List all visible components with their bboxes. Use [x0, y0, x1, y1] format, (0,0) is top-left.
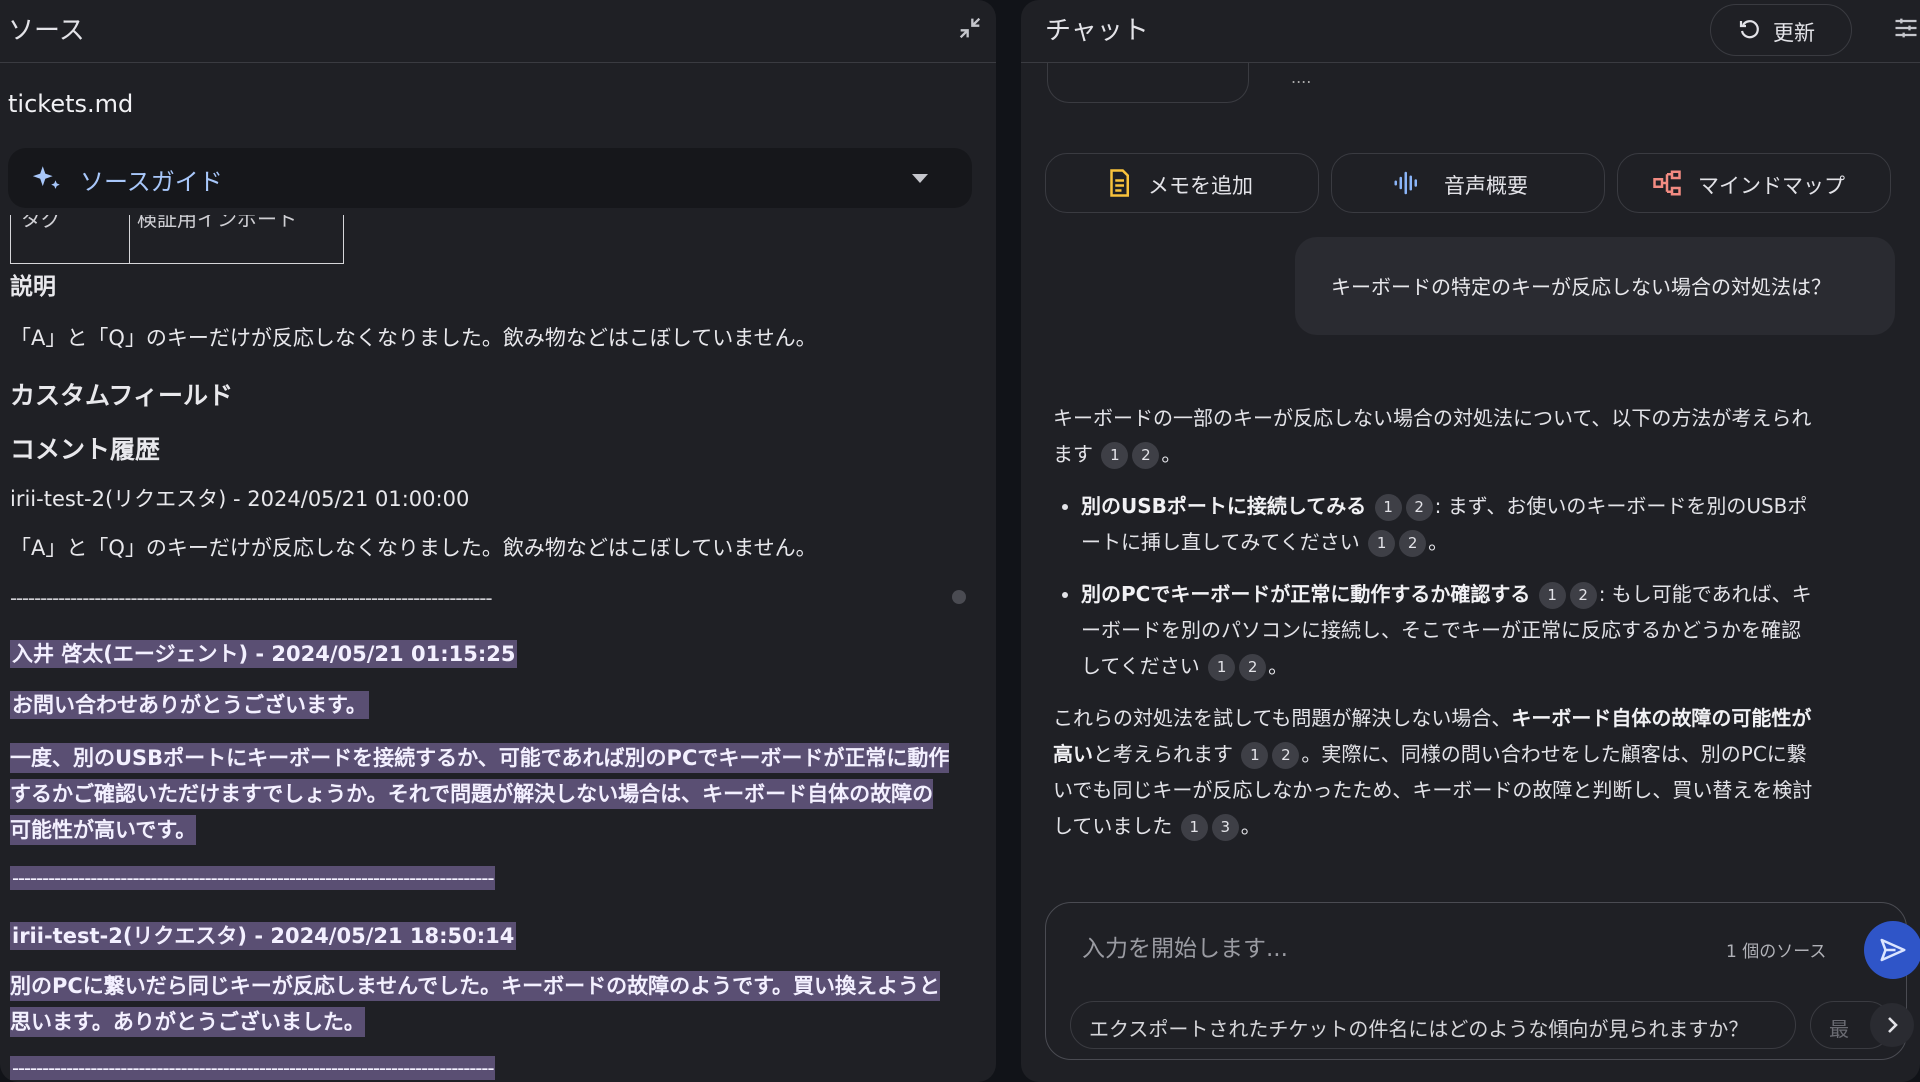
- answer-bullet-title: 別のUSBポートに接続してみる: [1081, 494, 1367, 518]
- answer-list-item: 別のUSBポートに接続してみる 12: まず、お使いのキーボードを別のUSBポー…: [1081, 488, 1813, 560]
- answer-intro: キーボードの一部のキーが反応しない場合の対処法について、以下の方法が考えられます…: [1053, 400, 1813, 472]
- comment-author-highlighted: 入井 啓太(エージェント) - 2024/05/21 01:15:25: [10, 640, 518, 668]
- refresh-button[interactable]: 更新: [1710, 4, 1852, 56]
- suggestion-text: 最: [1829, 1017, 1849, 1041]
- suggestion-chip[interactable]: エクスポートされたチケットの件名にはどのような傾向が見られますか？: [1070, 1001, 1796, 1049]
- source-file-name: tickets.md: [8, 90, 134, 118]
- separator-line: ----------------------------------------…: [10, 586, 493, 610]
- assistant-answer: キーボードの一部のキーが反応しない場合の対処法について、以下の方法が考えられます…: [1053, 400, 1813, 860]
- heading-custom-fields: カスタムフィールド: [10, 381, 234, 410]
- citation-badge[interactable]: 2: [1239, 654, 1267, 681]
- comment-text-highlighted: 別のPCに繋いだら同じキーが反応しませんでした。キーボードの故障のようです。買い…: [10, 971, 941, 1037]
- chat-panel-title: チャット: [1045, 16, 1149, 46]
- send-button[interactable]: [1864, 921, 1920, 979]
- citation-badge[interactable]: 2: [1569, 582, 1597, 609]
- comment-author-highlighted: irii-test-2(リクエスタ) - 2024/05/21 18:50:14: [10, 922, 517, 950]
- punctuation: 。: [1428, 530, 1449, 554]
- comment-text: 「A」と「Q」のキーだけが反応しなくなりました。飲み物などはこぼしていません。: [10, 536, 817, 560]
- send-icon: [1880, 938, 1906, 962]
- source-panel-header: ソース: [0, 0, 996, 63]
- answer-list-item: 別のPCでキーボードが正常に動作するか確認する 12: もし可能であれば、キーボ…: [1081, 576, 1813, 684]
- mind-map-button[interactable]: マインドマップ: [1617, 153, 1891, 213]
- punctuation: 。: [1268, 654, 1289, 678]
- citation-badge[interactable]: 1: [1208, 654, 1236, 681]
- suggestion-text: エクスポートされたチケットの件名にはどのような傾向が見られますか？: [1089, 1017, 1749, 1041]
- source-count: 1 個のソース: [1726, 942, 1827, 962]
- citation-badge[interactable]: 2: [1405, 494, 1433, 521]
- separator-line-highlighted: ----------------------------------------…: [10, 1056, 496, 1080]
- citation-badge[interactable]: 1: [1368, 530, 1396, 557]
- table-cell: タグ: [11, 215, 130, 263]
- table-cell-text: タグ: [21, 215, 61, 231]
- comment-paragraph-highlighted: 一度、別のUSBポートにキーボードを接続するか、可能であれば別のPCでキーボード…: [10, 740, 950, 848]
- table-cell-text: 検証用インポート: [137, 215, 297, 231]
- description-text: 「A」と「Q」のキーだけが反応しなくなりました。飲み物などはこぼしていません。: [10, 326, 817, 350]
- punctuation: 。: [1240, 814, 1261, 838]
- source-panel-title: ソース: [8, 16, 85, 46]
- table-fragment: タグ 検証用インポート: [10, 215, 344, 264]
- chat-panel-header: チャット 更新: [1021, 0, 1920, 63]
- answer-list: 別のUSBポートに接続してみる 12: まず、お使いのキーボードを別のUSBポー…: [1053, 488, 1813, 684]
- settings-tune-icon[interactable]: [1892, 14, 1920, 42]
- scroll-indicator[interactable]: [952, 590, 966, 604]
- citation-badge[interactable]: 1: [1101, 442, 1129, 469]
- sparkle-icon: [32, 166, 60, 189]
- citation-badge[interactable]: 1: [1180, 814, 1208, 841]
- citation-badge[interactable]: 2: [1399, 530, 1427, 557]
- ellipsis-text: ....: [1291, 68, 1312, 87]
- mind-map-label: マインドマップ: [1698, 174, 1845, 198]
- comment-text-highlighted: 一度、別のUSBポートにキーボードを接続するか、可能であれば別のPCでキーボード…: [10, 743, 950, 845]
- punctuation: 。: [1161, 442, 1182, 466]
- citation-badge[interactable]: 3: [1211, 814, 1239, 841]
- answer-conclusion-text: これらの対処法を試しても問題が解決しない場合、: [1053, 706, 1512, 730]
- refresh-icon: [1739, 20, 1759, 39]
- collapse-panel-icon[interactable]: [956, 14, 984, 42]
- audio-overview-label: 音声概要: [1444, 174, 1528, 198]
- comment-author: irii-test-2(リクエスタ) - 2024/05/21 01:00:00: [10, 487, 470, 511]
- source-panel: ソース tickets.md ソースガイド タグ 検証用インポート 説明 「A」…: [0, 0, 996, 1082]
- citation-badge[interactable]: 2: [1272, 742, 1300, 769]
- comment-paragraph-highlighted: 別のPCに繋いだら同じキーが反応しませんでした。キーボードの故障のようです。買い…: [10, 968, 950, 1040]
- citation-badge[interactable]: 1: [1538, 582, 1566, 609]
- citation-badge[interactable]: 2: [1132, 442, 1160, 469]
- chevron-right-icon: [1888, 1017, 1898, 1033]
- mind-map-icon: [1653, 170, 1681, 196]
- chevron-down-icon: [912, 174, 928, 183]
- chat-panel: チャット 更新 .... メモを追加 音声概要 マインドマップ キーボードの特定…: [1021, 0, 1920, 1082]
- answer-conclusion: これらの対処法を試しても問題が解決しない場合、キーボード自体の故障の可能性が高い…: [1053, 700, 1813, 844]
- clipped-chip[interactable]: [1047, 62, 1249, 103]
- heading-description: 説明: [10, 274, 56, 300]
- chat-input[interactable]: [1080, 931, 1644, 967]
- user-message-text: キーボードの特定のキーが反応しない場合の対処法は？: [1331, 275, 1831, 299]
- chat-input-box: 1 個のソース エクスポートされたチケットの件名にはどのような傾向が見られますか…: [1045, 902, 1920, 1060]
- source-guide-label: ソースガイド: [80, 168, 223, 196]
- add-note-button[interactable]: メモを追加: [1045, 153, 1319, 213]
- citation-badge[interactable]: 1: [1374, 494, 1402, 521]
- refresh-label: 更新: [1773, 21, 1815, 45]
- add-note-label: メモを追加: [1148, 174, 1253, 198]
- answer-bullet-title: 別のPCでキーボードが正常に動作するか確認する: [1081, 582, 1531, 606]
- note-icon: [1110, 169, 1129, 197]
- user-message-bubble: キーボードの特定のキーが反応しない場合の対処法は？: [1295, 237, 1895, 335]
- heading-comment-history: コメント履歴: [10, 435, 161, 464]
- comment-text-highlighted: お問い合わせありがとうございます。: [10, 691, 369, 719]
- audio-overview-button[interactable]: 音声概要: [1331, 153, 1605, 213]
- audio-wave-icon: [1394, 171, 1417, 195]
- next-suggestion-button[interactable]: [1870, 1003, 1914, 1047]
- source-guide-dropdown[interactable]: ソースガイド: [8, 148, 972, 208]
- citation-badge[interactable]: 1: [1241, 742, 1269, 769]
- answer-conclusion-text: と考えられます: [1093, 742, 1233, 766]
- separator-line-highlighted: ----------------------------------------…: [10, 866, 496, 890]
